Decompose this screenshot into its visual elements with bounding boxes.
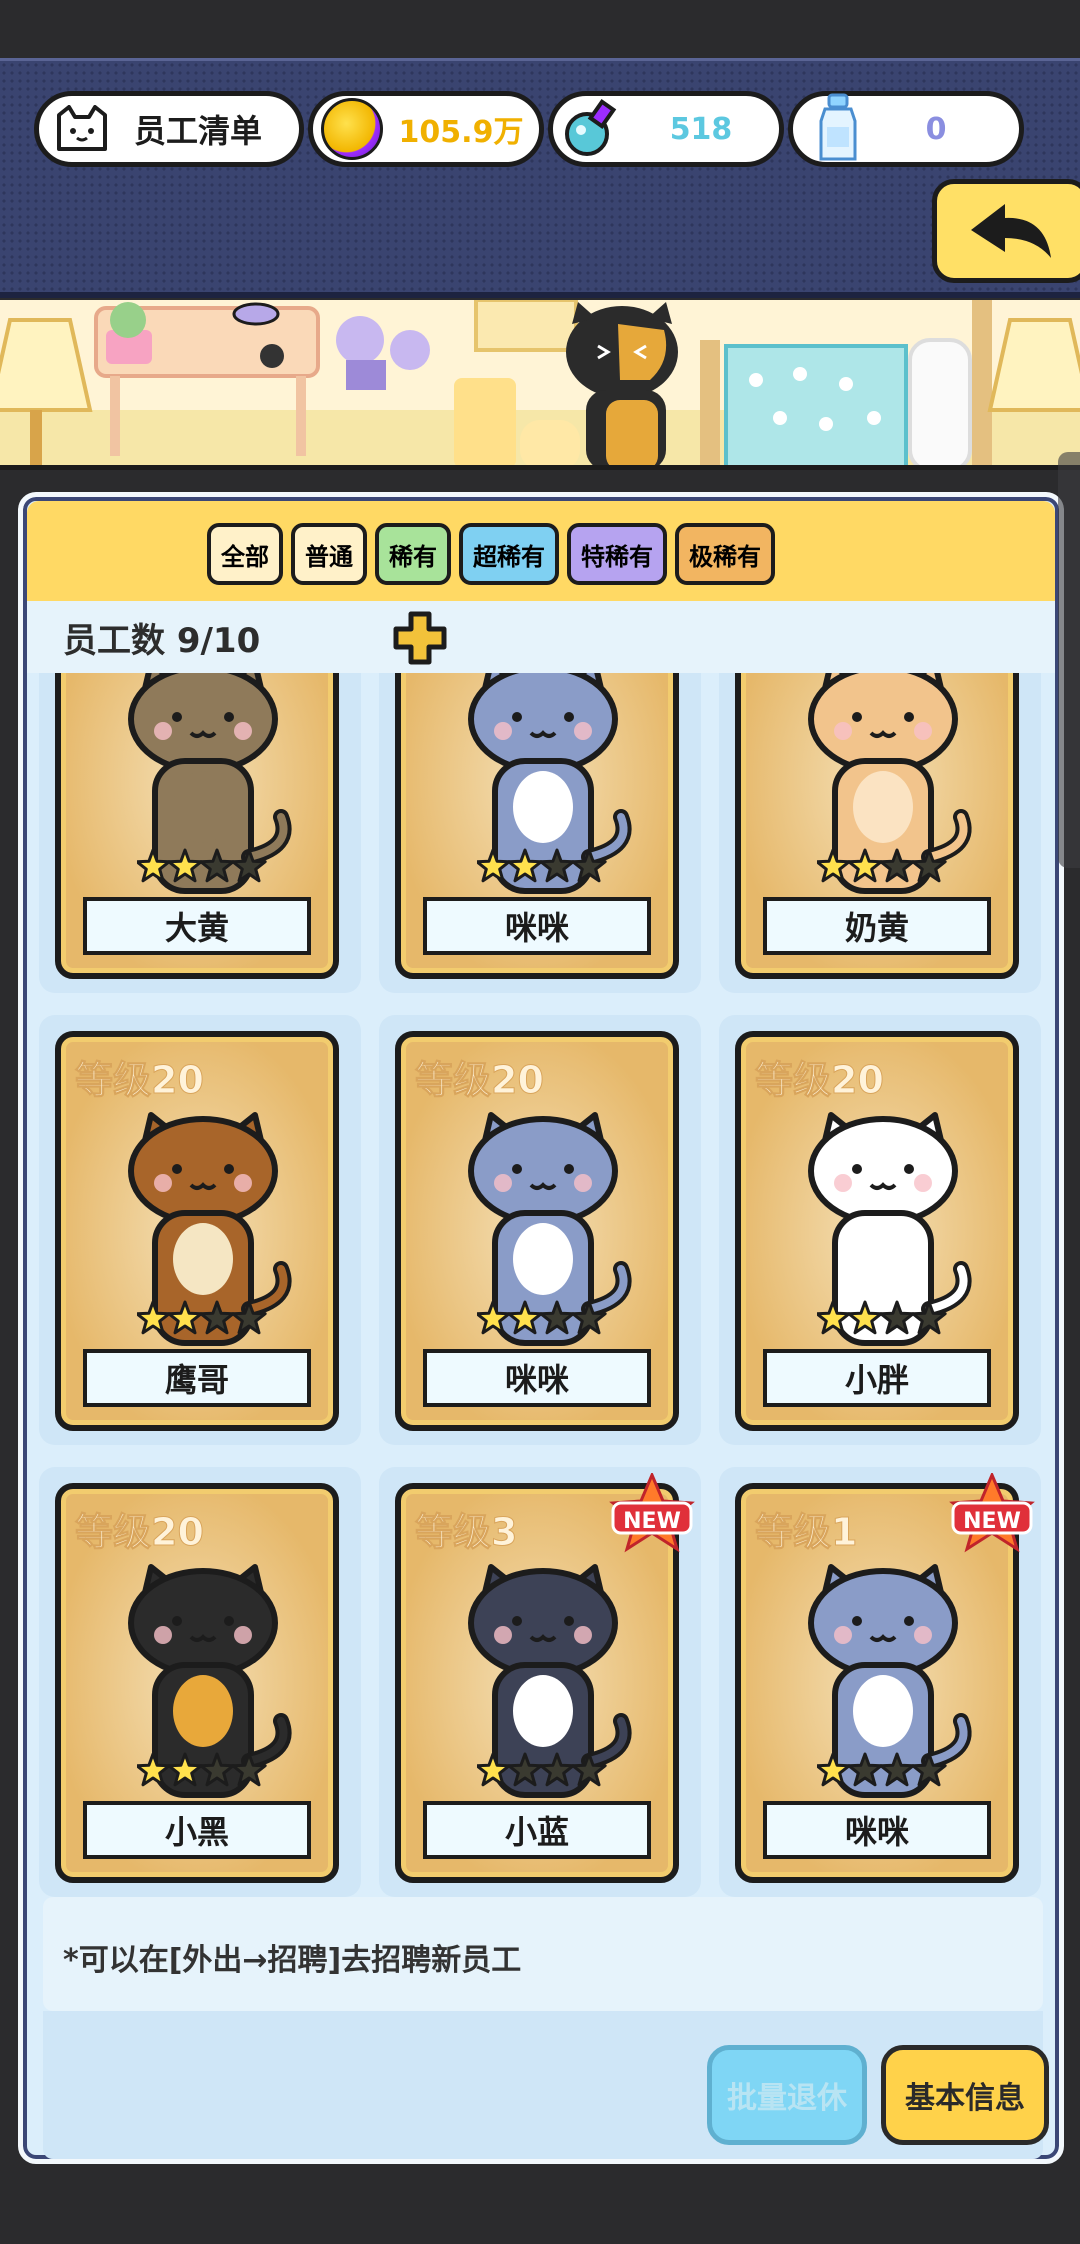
employee-card-frame[interactable]: 等级20 小黑 — [55, 1483, 339, 1883]
staff-count-bar: 员工数 9/10 — [27, 601, 1055, 673]
employee-name: 小蓝 — [423, 1801, 651, 1859]
employee-card-frame[interactable]: 等级20 咪咪 — [395, 1031, 679, 1431]
back-arrow-icon — [971, 204, 1051, 258]
employee-card-frame[interactable]: 咪咪 — [395, 673, 679, 979]
milk-bottle-icon — [819, 93, 857, 161]
employee-name: 鹰哥 — [83, 1349, 311, 1407]
room-illustration — [0, 300, 1080, 465]
room-scene — [0, 300, 1080, 470]
filter-bar: 全部 普通 稀有 超稀有 特稀有 极稀有 — [27, 501, 1055, 601]
employee-name: 咪咪 — [423, 1349, 651, 1407]
tab-rarity-2[interactable]: 稀有 — [375, 523, 451, 585]
add-slot-plus-icon[interactable] — [393, 611, 447, 665]
tab-rarity-3[interactable]: 超稀有 — [459, 523, 559, 585]
tab-rarity-1[interactable]: 普通 — [291, 523, 367, 585]
staff-list-panel: 全部 普通 稀有 超稀有 特稀有 极稀有 员工数 9/10 大黄 咪咪 奶黄 等级20 鹰哥 等级2… — [18, 492, 1064, 2164]
employee-card-frame[interactable]: 大黄 — [55, 673, 339, 979]
tab-rarity-4[interactable]: 特稀有 — [567, 523, 667, 585]
coin-counter: 105.9万 — [308, 91, 544, 167]
employee-card-8[interactable]: 等级1 咪咪 NEW — [719, 1467, 1041, 1897]
employee-card-frame[interactable]: 等级20 小胖 — [735, 1031, 1019, 1431]
system-bottom-bar — [0, 2186, 1080, 2244]
employee-card-6[interactable]: 等级20 小黑 — [39, 1467, 361, 1897]
tab-rarity-0[interactable]: 全部 — [207, 523, 283, 585]
employee-card-5[interactable]: 等级20 小胖 — [719, 1015, 1041, 1445]
star-rating — [135, 847, 267, 887]
rarity-tabs: 全部 普通 稀有 超稀有 特稀有 极稀有 — [207, 523, 775, 585]
employee-card-7[interactable]: 等级3 小蓝 NEW — [379, 1467, 701, 1897]
new-badge-icon: NEW — [609, 1471, 695, 1553]
new-badge-label: NEW — [963, 1509, 1021, 1534]
employee-name: 咪咪 — [423, 897, 651, 955]
employee-card-4[interactable]: 等级20 咪咪 — [379, 1015, 701, 1445]
coin-icon — [321, 98, 383, 160]
employee-card-2[interactable]: 奶黄 — [719, 673, 1041, 993]
title-pill: 员工清单 — [34, 91, 304, 167]
recruit-hint: *可以在[外出→招聘]去招聘新员工 — [43, 1897, 1043, 2011]
employee-level: 等级20 — [75, 1058, 205, 1103]
employee-level: 等级3 — [414, 1510, 518, 1555]
employee-level: 等级1 — [754, 1510, 858, 1555]
gem-counter: 518 — [548, 91, 784, 167]
staff-count: 员工数 9/10 — [63, 621, 261, 661]
employee-name: 大黄 — [83, 897, 311, 955]
employee-name: 小黑 — [83, 1801, 311, 1859]
star-rating — [135, 1751, 267, 1791]
star-rating — [815, 847, 947, 887]
employee-level: 等级20 — [415, 1058, 545, 1103]
recruit-hint-text: *可以在[外出→招聘]去招聘新员工 — [63, 1943, 522, 1978]
basic-info-button[interactable]: 基本信息 — [881, 2045, 1049, 2145]
employee-card-frame[interactable]: 等级20 鹰哥 — [55, 1031, 339, 1431]
star-rating — [475, 1751, 607, 1791]
employee-name: 咪咪 — [763, 1801, 991, 1859]
star-rating — [815, 1299, 947, 1339]
employee-name: 小胖 — [763, 1349, 991, 1407]
tab-rarity-5[interactable]: 极稀有 — [675, 523, 775, 585]
star-rating — [475, 847, 607, 887]
employee-grid[interactable]: 大黄 咪咪 奶黄 等级20 鹰哥 等级20 咪咪 等级20 小胖 等级20 小黑 等级3 小蓝 NEW 等级… — [39, 673, 1049, 1903]
employee-level: 等级20 — [75, 1510, 205, 1555]
star-rating — [815, 1751, 947, 1791]
new-badge-label: NEW — [623, 1509, 681, 1534]
employee-card-frame[interactable]: 奶黄 — [735, 673, 1019, 979]
side-scroll-handle[interactable] — [1058, 452, 1080, 868]
employee-card-1[interactable]: 咪咪 — [379, 673, 701, 993]
cat-face-icon — [57, 105, 107, 151]
star-rating — [475, 1299, 607, 1339]
star-rating — [135, 1299, 267, 1339]
page-title: 员工清单 — [134, 112, 263, 150]
top-header: 员工清单 105.9万 518 0 — [0, 58, 1080, 298]
potion-gem-icon — [565, 99, 617, 156]
employee-name: 奶黄 — [763, 897, 991, 955]
batch-retire-button[interactable]: 批量退休 — [707, 2045, 867, 2145]
employee-card-3[interactable]: 等级20 鹰哥 — [39, 1015, 361, 1445]
back-button[interactable] — [932, 179, 1080, 283]
employee-card-0[interactable]: 大黄 — [39, 673, 361, 993]
bottle-counter: 0 — [788, 91, 1024, 167]
employee-level: 等级20 — [755, 1058, 885, 1103]
action-area: 批量退休 基本信息 — [43, 2011, 1049, 2159]
new-badge-icon: NEW — [949, 1471, 1035, 1553]
